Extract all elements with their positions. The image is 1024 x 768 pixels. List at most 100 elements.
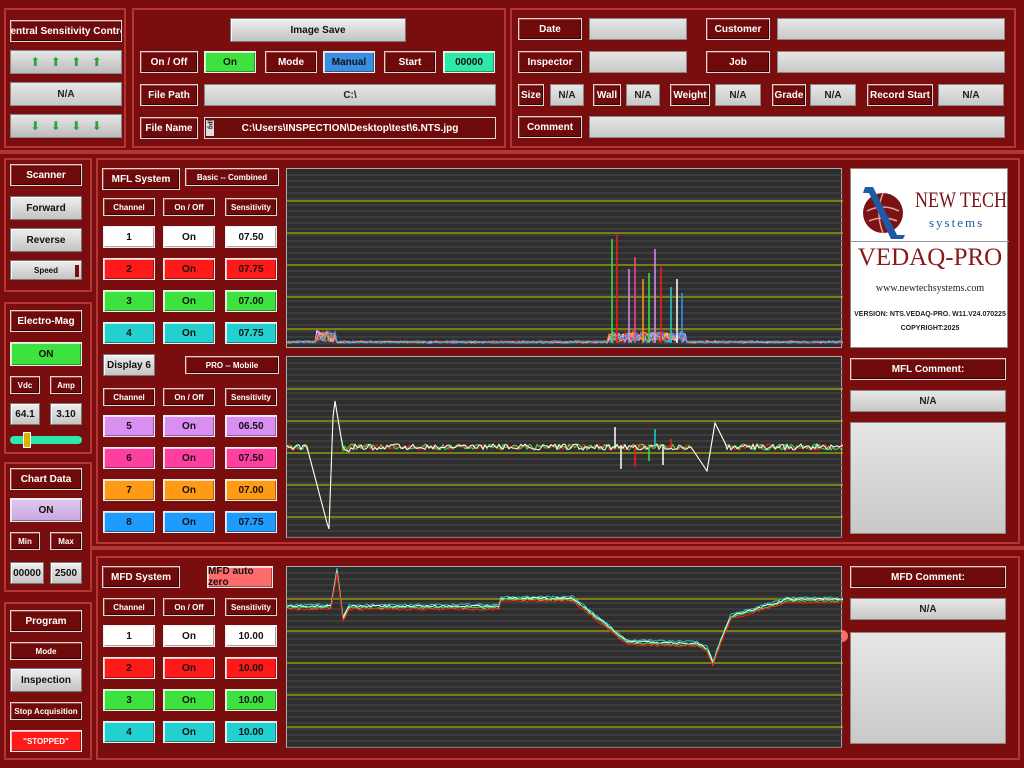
mfd-comment-value[interactable]: N/A [850, 598, 1006, 620]
channel-5-button[interactable]: 5 [103, 415, 155, 437]
forward-button[interactable]: Forward [10, 196, 82, 220]
channel-3-onoff-toggle[interactable]: On [163, 689, 215, 711]
speed-slider-handle[interactable] [75, 265, 79, 277]
customer-field[interactable] [777, 18, 1005, 40]
top-separator [0, 150, 1024, 154]
wall-field[interactable]: N/A [626, 84, 660, 106]
channel-3-onoff-toggle[interactable]: On [163, 290, 215, 312]
channel-1-button[interactable]: 1 [103, 625, 155, 647]
mfl-channel-header-2: Channel [103, 388, 155, 406]
record-start-field[interactable]: N/A [938, 84, 1004, 106]
electro-mag-slider-handle[interactable] [23, 432, 31, 448]
inspector-field[interactable] [589, 51, 687, 73]
channel-2-sensitivity-value[interactable]: 10.00 [225, 657, 277, 679]
program-mode-label: Mode [10, 642, 82, 660]
channel-3-button[interactable]: 3 [103, 290, 155, 312]
channel-4-button[interactable]: 4 [103, 322, 155, 344]
version-text: VERSION: NTS.VEDAQ-PRO. W11.V24.070225 [854, 311, 1006, 318]
stopped-status: "STOPPED" [10, 730, 82, 752]
channel-1-sensitivity-value[interactable]: 07.50 [225, 226, 277, 248]
weight-field[interactable]: N/A [715, 84, 761, 106]
file-name-field[interactable]: jpg C:\Users\INSPECTION\Desktop\test\6.N… [204, 117, 496, 139]
size-label: Size [518, 84, 544, 106]
wall-label: Wall [593, 84, 621, 106]
brand-name: NEW TECH [915, 187, 1008, 212]
middle-separator [92, 546, 1024, 550]
image-save-onoff-label: On / Off [140, 51, 198, 73]
size-field[interactable]: N/A [550, 84, 584, 106]
mfd-system-button[interactable]: MFD System [102, 566, 180, 588]
stop-acquisition-button[interactable]: Stop Acquisition [10, 702, 82, 720]
channel-2-sensitivity-value[interactable]: 07.75 [225, 258, 277, 280]
channel-2-button[interactable]: 2 [103, 657, 155, 679]
display-mode-button[interactable]: PRO -- Mobile [185, 356, 279, 374]
max-value[interactable]: 2500 [50, 562, 82, 584]
mfl-chart-1-canvas [287, 174, 843, 345]
channel-1-onoff-toggle[interactable]: On [163, 625, 215, 647]
image-save-button[interactable]: Image Save [230, 18, 406, 42]
max-label: Max [50, 532, 82, 550]
arrow-down-icon: ⬇ [50, 119, 61, 133]
vdc-value: 64.1 [10, 403, 40, 425]
channel-8-onoff-toggle[interactable]: On [163, 511, 215, 533]
mfl-system-button[interactable]: MFL System [102, 168, 180, 190]
channel-7-sensitivity-value[interactable]: 07.00 [225, 479, 277, 501]
channel-8-button[interactable]: 8 [103, 511, 155, 533]
channel-6-sensitivity-value[interactable]: 07.50 [225, 447, 277, 469]
display-6-button[interactable]: Display 6 [103, 354, 155, 376]
mfd-comment-box[interactable] [850, 632, 1006, 744]
channel-2-onoff-toggle[interactable]: On [163, 258, 215, 280]
min-value[interactable]: 00000 [10, 562, 44, 584]
channel-1-sensitivity-value[interactable]: 10.00 [225, 625, 277, 647]
channel-2-button[interactable]: 2 [103, 258, 155, 280]
electro-mag-title: Electro-Mag [10, 310, 82, 332]
mfd-chart[interactable] [286, 566, 843, 748]
image-save-start-button[interactable]: Start [384, 51, 436, 73]
channel-4-onoff-toggle[interactable]: On [163, 721, 215, 743]
mfd-auto-zero-button[interactable]: MFD auto zero [207, 566, 273, 588]
chart-data-toggle[interactable]: ON [10, 498, 82, 522]
reverse-button[interactable]: Reverse [10, 228, 82, 252]
inspection-mode-button[interactable]: Inspection [10, 668, 82, 692]
file-path-field[interactable]: C:\ [204, 84, 496, 106]
channel-8-sensitivity-value[interactable]: 07.75 [225, 511, 277, 533]
comment-field[interactable] [589, 116, 1005, 138]
sensitivity-increase-button[interactable]: ⬆ ⬆ ⬆ ⬆ [10, 50, 122, 74]
channel-4-onoff-toggle[interactable]: On [163, 322, 215, 344]
channel-3-sensitivity-value[interactable]: 07.00 [225, 290, 277, 312]
job-field[interactable] [777, 51, 1005, 73]
channel-4-sensitivity-value[interactable]: 07.75 [225, 322, 277, 344]
sensitivity-decrease-button[interactable]: ⬇ ⬇ ⬇ ⬇ [10, 114, 122, 138]
channel-3-button[interactable]: 3 [103, 689, 155, 711]
channel-6-button[interactable]: 6 [103, 447, 155, 469]
channel-4-button[interactable]: 4 [103, 721, 155, 743]
speed-label: Speed [33, 265, 58, 275]
grade-field[interactable]: N/A [810, 84, 856, 106]
image-save-onoff-toggle[interactable]: On [204, 51, 256, 73]
image-save-start-counter[interactable]: 00000 [443, 51, 495, 73]
channel-5-sensitivity-value[interactable]: 06.50 [225, 415, 277, 437]
channel-7-button[interactable]: 7 [103, 479, 155, 501]
channel-1-onoff-toggle[interactable]: On [163, 226, 215, 248]
channel-2-onoff-toggle[interactable]: On [163, 657, 215, 679]
mfl-chart-2[interactable] [286, 356, 843, 538]
mfl-comment-value[interactable]: N/A [850, 390, 1006, 412]
channel-3-sensitivity-value[interactable]: 10.00 [225, 689, 277, 711]
channel-1-button[interactable]: 1 [103, 226, 155, 248]
electro-mag-toggle[interactable]: ON [10, 342, 82, 366]
channel-7-onoff-toggle[interactable]: On [163, 479, 215, 501]
copyright-text: COPYRIGHT:2025 [900, 325, 960, 332]
mfl-chart-1[interactable] [286, 168, 843, 348]
mfl-comment-box[interactable] [850, 422, 1006, 534]
electro-mag-slider[interactable] [10, 432, 82, 448]
speed-slider[interactable]: Speed [10, 260, 82, 280]
date-field[interactable] [589, 18, 687, 40]
arrow-down-icon: ⬇ [91, 119, 102, 133]
channel-4-sensitivity-value[interactable]: 10.00 [225, 721, 277, 743]
image-save-mode-toggle[interactable]: Manual [323, 51, 375, 73]
channel-6-onoff-toggle[interactable]: On [163, 447, 215, 469]
mfl-mode-button[interactable]: Basic -- Combined [185, 168, 279, 186]
channel-5-onoff-toggle[interactable]: On [163, 415, 215, 437]
inspector-label: Inspector [518, 51, 582, 73]
image-save-mode-label: Mode [265, 51, 317, 73]
